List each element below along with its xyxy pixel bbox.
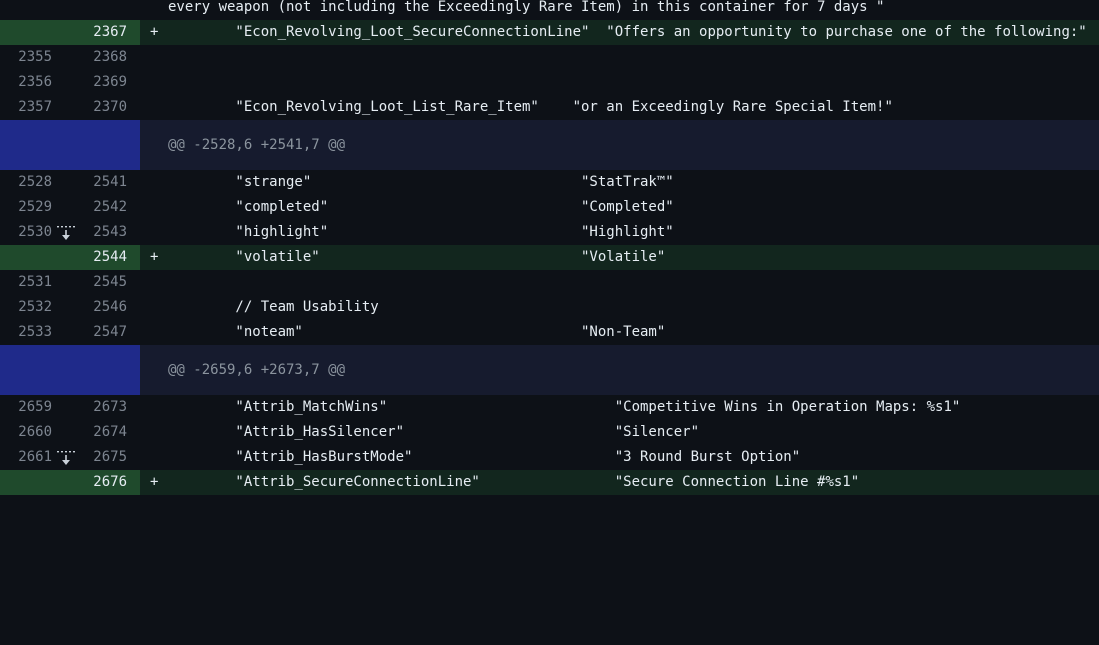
old-line-number[interactable]: 2355: [0, 45, 52, 70]
diff-line: 2356 2369: [0, 70, 1099, 95]
diff-line-added: 2367 + "Econ_Revolving_Loot_SecureConnec…: [0, 20, 1099, 45]
diff-line: every weapon (not including the Exceedin…: [0, 0, 1099, 20]
old-line-number[interactable]: 2659: [0, 395, 52, 420]
hunk-header: @@ -2528,6 +2541,7 @@: [0, 120, 1099, 263]
diff-line: 2530 2543 "highlight" "Highlight": [0, 220, 1099, 245]
line-code: "Attrib_SecureConnectionLine" "Secure Co…: [168, 474, 860, 490]
new-line-number[interactable]: 2369: [70, 70, 127, 95]
diff-line: 2528 2541 "strange" "StatTrak™": [0, 170, 1099, 195]
diff-line: 2357 2370 "Econ_Revolving_Loot_List_Rare…: [0, 95, 1099, 120]
new-line-number[interactable]: 2367: [70, 20, 127, 45]
hunk-range-label: @@ -2528,6 +2541,7 @@: [168, 137, 346, 153]
line-code: "Econ_Revolving_Loot_SecureConnectionLin…: [168, 24, 1087, 40]
old-line-number[interactable]: 2532: [0, 295, 52, 320]
hunk-expander: [0, 120, 140, 263]
new-line-number[interactable]: 2544: [70, 245, 127, 270]
line-code: "Attrib_HasSilencer" "Silencer": [168, 424, 700, 440]
new-line-number[interactable]: 2543: [70, 220, 127, 245]
diff-line: 2532 2546 // Team Usability: [0, 295, 1099, 320]
hunk-expander: [0, 345, 140, 488]
old-line-number[interactable]: 2533: [0, 320, 52, 345]
new-line-number[interactable]: 2542: [70, 195, 127, 220]
new-line-number[interactable]: 2675: [70, 445, 127, 470]
old-line-number[interactable]: [0, 470, 52, 495]
old-line-number[interactable]: 2661: [0, 445, 52, 470]
diff-view: every weapon (not including the Exceedin…: [0, 0, 1099, 495]
new-line-number[interactable]: 2541: [70, 170, 127, 195]
line-code: every weapon (not including the Exceedin…: [168, 0, 885, 15]
old-line-number[interactable]: 2529: [0, 195, 52, 220]
diff-line: 2355 2368: [0, 45, 1099, 70]
line-code: "volatile" "Volatile": [168, 249, 666, 265]
old-line-number[interactable]: [0, 245, 52, 270]
diff-line: 2659 2673 "Attrib_MatchWins" "Competitiv…: [0, 395, 1099, 420]
line-code: "strange" "StatTrak™": [168, 174, 674, 190]
old-line-number[interactable]: [0, 20, 52, 45]
new-line-number[interactable]: 2370: [70, 95, 127, 120]
diff-line: 2529 2542 "completed" "Completed": [0, 195, 1099, 220]
old-line-number[interactable]: 2660: [0, 420, 52, 445]
addition-marker: +: [150, 249, 159, 265]
addition-marker: +: [150, 24, 159, 40]
expand-down-icon[interactable]: [56, 350, 76, 465]
line-code: "Econ_Revolving_Loot_List_Rare_Item" "or…: [168, 99, 893, 115]
expand-up-icon[interactable]: [56, 146, 76, 263]
old-line-number[interactable]: 2528: [0, 170, 52, 195]
new-line-number[interactable]: 2673: [70, 395, 127, 420]
new-line-number[interactable]: 2674: [70, 420, 127, 445]
line-code: "noteam" "Non-Team": [168, 324, 666, 340]
expand-up-icon[interactable]: [56, 371, 76, 488]
new-line-number[interactable]: 2676: [70, 470, 127, 495]
diff-line: 2660 2674 "Attrib_HasSilencer" "Silencer…: [0, 420, 1099, 445]
expand-down-icon[interactable]: [56, 125, 76, 240]
diff-line-added: 2676 + "Attrib_SecureConnectionLine" "Se…: [0, 470, 1099, 495]
old-line-number[interactable]: 2530: [0, 220, 52, 245]
line-code: "highlight" "Highlight": [168, 224, 674, 240]
new-line-number[interactable]: 2546: [70, 295, 127, 320]
line-code: "Attrib_HasBurstMode" "3 Round Burst Opt…: [168, 449, 801, 465]
diff-line-added: 2544 + "volatile" "Volatile": [0, 245, 1099, 270]
new-line-number[interactable]: 2545: [70, 270, 127, 295]
hunk-range-label: @@ -2659,6 +2673,7 @@: [168, 362, 346, 378]
diff-line: 2661 2675 "Attrib_HasBurstMode" "3 Round…: [0, 445, 1099, 470]
old-line-number[interactable]: 2357: [0, 95, 52, 120]
diff-line: 2533 2547 "noteam" "Non-Team": [0, 320, 1099, 345]
new-line-number[interactable]: 2368: [70, 45, 127, 70]
line-code: "Attrib_MatchWins" "Competitive Wins in …: [168, 399, 961, 415]
line-code: // Team Usability: [168, 299, 379, 315]
old-line-number[interactable]: 2356: [0, 70, 52, 95]
addition-marker: +: [150, 474, 159, 490]
hunk-header: @@ -2659,6 +2673,7 @@: [0, 345, 1099, 488]
line-code: "completed" "Completed": [168, 199, 674, 215]
new-line-number[interactable]: [70, 0, 127, 20]
diff-line: 2531 2545: [0, 270, 1099, 295]
old-line-number[interactable]: 2531: [0, 270, 52, 295]
new-line-number[interactable]: 2547: [70, 320, 127, 345]
old-line-number[interactable]: [0, 0, 52, 20]
